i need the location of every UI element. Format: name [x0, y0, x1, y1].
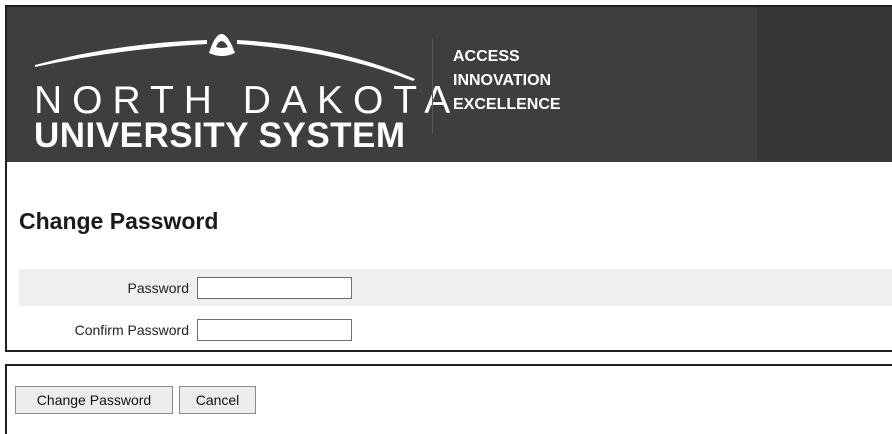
tagline-excellence: EXCELLENCE [453, 96, 561, 113]
confirm-password-label: Confirm Password [74, 321, 189, 338]
page-title: Change Password [19, 208, 219, 234]
site-header: NORTH DAKOTA UNIVERSITY SYSTEM ACCESS IN… [7, 7, 892, 162]
password-row: Password [19, 269, 892, 306]
header-divider [432, 39, 433, 134]
confirm-password-input[interactable] [197, 318, 352, 341]
logo-text-north-dakota: NORTH DAKOTA [34, 79, 461, 122]
confirm-password-row: Confirm Password [19, 311, 892, 348]
ndus-logo-mark-icon [35, 34, 415, 81]
password-input[interactable] [197, 276, 352, 299]
header-shade [757, 7, 892, 162]
tagline-access: ACCESS [453, 48, 520, 65]
actions-panel: Change Password Cancel [5, 364, 892, 434]
logo-text-university-system: UNIVERSITY SYSTEM [34, 116, 406, 155]
change-password-button[interactable]: Change Password [15, 386, 173, 414]
header-tagline: ACCESS INNOVATION EXCELLENCE [453, 45, 561, 117]
cancel-button[interactable]: Cancel [179, 386, 256, 414]
tagline-innovation: INNOVATION [453, 72, 552, 89]
main-panel: NORTH DAKOTA UNIVERSITY SYSTEM ACCESS IN… [5, 5, 892, 352]
password-label: Password [127, 279, 189, 296]
